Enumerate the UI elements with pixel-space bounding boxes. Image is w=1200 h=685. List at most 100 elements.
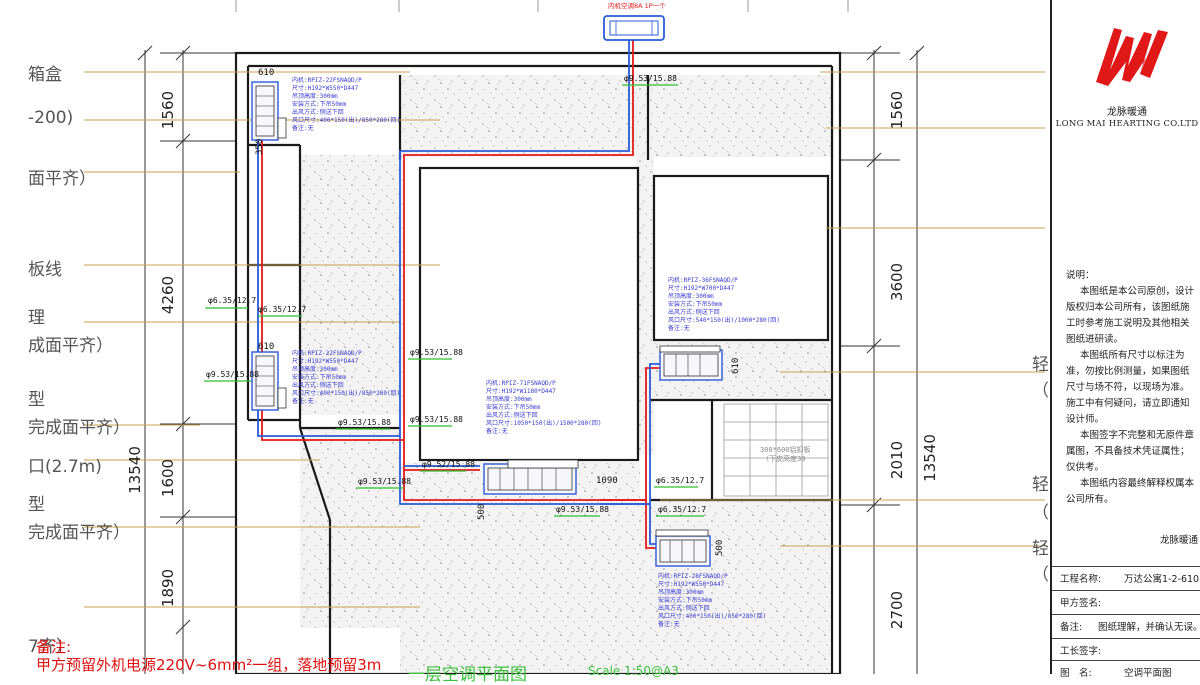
bottom-notes-line-1: 甲方预留外机电源220V~6mm²一组，落地预留3m <box>36 656 382 674</box>
drawing-scale: Scale 1:50@A3 <box>588 664 679 678</box>
dimensions-left: 1560 4260 1600 13540 1890 <box>126 91 177 607</box>
unit-spec-line: 安装方式:下吊50mm <box>292 373 346 381</box>
top-grid-lines <box>235 0 849 12</box>
row-project-name: 工程名称: 万达公寓1-2-610 <box>1052 566 1200 589</box>
dim-500b: 500 <box>715 540 725 556</box>
unit-spec-line: 备注:无 <box>486 427 508 435</box>
unit-spec-line: 吊顶高度:300mm <box>486 395 532 403</box>
unit-spec-line: 尺寸:H192*W550*D447 <box>292 84 359 92</box>
unit-spec-line: 吊顶高度:300mm <box>292 92 338 100</box>
unit-spec-line: 内机:RPIZ-22FSNAQD/P <box>292 349 362 357</box>
floor-plan-drawing: 300*600铝扣板 （下皮高度30 内机空调8A 1P一个 610 350 6… <box>84 0 1045 674</box>
left-legend-item: 完成面平齐） <box>28 523 130 543</box>
unit-spec-line: 吊顶高度:300mm <box>668 292 714 300</box>
row-value: 空调平面图 <box>1124 668 1172 679</box>
unit-spec-line: 内机:RPIZ-28FSNAQD/P <box>658 572 728 580</box>
outdoor-unit-label: 内机空调8A 1P一个 <box>608 1 666 10</box>
unit-spec-line: 出风方式:侧送下回 <box>486 411 538 419</box>
right-legend-item: （ <box>1032 503 1049 523</box>
unit-spec-line: 备注:无 <box>292 124 314 132</box>
right-legend-item: （ <box>1032 565 1049 585</box>
company-name-cn: 龙脉暖通 <box>1107 107 1147 118</box>
unit-spec-line: 出风方式:侧送下回 <box>668 308 720 316</box>
pipe-size-label: φ9.53/15.88 <box>410 415 463 424</box>
unit-spec-line: 风口尺寸:1050*150(出)/1500*280(回) <box>486 419 601 427</box>
left-legend-item: 完成面平齐） <box>28 418 130 438</box>
unit-spec-line: 吊顶高度:300mm <box>292 365 338 373</box>
unit-spec-line: 内机:RPIZ-71FSNAQD/P <box>486 379 556 387</box>
pipe-size-label: φ6.35/12.7 <box>658 505 706 514</box>
ac-unit-spec-1: 内机:RPIZ-22FSNAQD/P尺寸:H192*W550*D447吊顶高度:… <box>292 76 400 132</box>
dimension-label: 13540 <box>126 446 144 494</box>
dimension-label: 3600 <box>888 263 906 301</box>
dimension-label: 1890 <box>159 569 177 607</box>
ac-unit-spec-4: 内机:RPIZ-36FSNAQD/P尺寸:H192*W700*D447吊顶高度:… <box>668 276 780 332</box>
pipe-size-label: φ9.53/15.88 <box>624 74 677 83</box>
indoor-unit-5-drawing <box>655 529 711 567</box>
pipe-size-label: φ9.53/15.88 <box>410 348 463 357</box>
unit-spec-line: 风口尺寸:400*150(出)/850*280(回) <box>292 116 400 124</box>
bottom-notes-heading: 备注: <box>36 638 72 656</box>
left-legend-item: 口(2.7m) <box>28 457 102 477</box>
dim-1090: 1090 <box>596 476 618 486</box>
title-block: 龙脉暖通 LONG MAI HEARTING CO.LTD 说明： 本图纸是本公… <box>1050 0 1200 679</box>
dimension-label: 1600 <box>159 459 177 497</box>
drawing-notes: 说明： 本图纸是本公司原创，设计版权归本公司所有，该图纸施工时参考施工说明及其他… <box>1066 268 1198 508</box>
left-legend-item: -200) <box>28 108 74 128</box>
note-4: 本图纸内容最终解释权属本公司所有。 <box>1066 478 1195 505</box>
row-label: 工长签字: <box>1060 646 1102 657</box>
right-legend-item: 轻 <box>1032 355 1049 375</box>
pipe-size-label: φ6.35/12.7 <box>258 305 306 314</box>
unit-spec-line: 内机:RPIZ-22FSNAQD/P <box>292 76 362 84</box>
row-label: 备注: <box>1060 622 1083 633</box>
row-remark: 备注: 图纸理解，并确认无误。 <box>1052 614 1200 637</box>
left-legend-item: 板线 <box>28 260 62 280</box>
dimension-label: 4260 <box>159 276 177 314</box>
ceiling-note-1: 300*600铝扣板 <box>760 445 811 454</box>
company-logo-icon <box>1096 28 1168 86</box>
outdoor-unit <box>603 15 665 41</box>
row-client-sign: 甲方签名: <box>1052 590 1200 613</box>
unit-spec-line: 内机:RPIZ-36FSNAQD/P <box>668 276 738 284</box>
unit-spec-line: 风口尺寸:400*150(出)/850*280(回) <box>658 612 766 620</box>
pipe-size-label: φ6.35/12.7 <box>208 296 256 305</box>
unit-spec-line: 风口尺寸:400*150(出)/850*280(回) <box>292 389 400 397</box>
unit-spec-line: 尺寸:H192*W550*D447 <box>292 357 359 365</box>
dim-350: 350 <box>255 139 265 155</box>
dimension-label: 13540 <box>921 434 939 482</box>
note-3: 本图签字不完整和无原件章属图，不具备技术凭证属性；仅供考。 <box>1066 430 1195 473</box>
dimension-label: 1560 <box>159 91 177 129</box>
left-legend-item: 理 <box>28 308 45 328</box>
right-legend-item: 轻 <box>1032 475 1049 495</box>
note-1: 本图纸是本公司原创，设计版权归本公司所有，该图纸施工时参考施工说明及其他相关图纸… <box>1066 286 1195 345</box>
unit-spec-line: 备注:无 <box>292 397 314 405</box>
unit-spec-line: 尺寸:H192*W700*D447 <box>668 284 735 292</box>
pipe-size-label: φ9.53/15.88 <box>556 505 609 514</box>
left-legend-item: 箱盒 <box>28 65 62 85</box>
notes-title: 说明： <box>1066 270 1095 281</box>
dimension-label: 1560 <box>888 91 906 129</box>
indoor-unit-1-drawing <box>251 81 287 141</box>
pipe-size-label: φ9.53/15.88 <box>206 370 259 379</box>
dim-610-mid: 610 <box>258 342 274 352</box>
unit-spec-line: 安装方式:下吊50mm <box>668 300 722 308</box>
pipe-size-label: φ9.52/15.88 <box>422 460 475 469</box>
right-legend-item: 轻 <box>1032 539 1049 559</box>
company-name-en: LONG MAI HEARTING CO.LTD <box>1055 119 1199 129</box>
indoor-unit-3-drawing <box>483 459 579 495</box>
unit-spec-line: 尺寸:H192*W550*D447 <box>658 580 725 588</box>
ceiling-note-2: （下皮高度30 <box>762 454 805 463</box>
dimension-label: 2010 <box>888 441 906 479</box>
unit-spec-line: 出风方式:侧送下回 <box>658 604 710 612</box>
floor-hatch <box>300 75 834 674</box>
row-label: 甲方签名: <box>1060 598 1102 609</box>
ac-unit-spec-3: 内机:RPIZ-71FSNAQD/P尺寸:H192*W1180*D447吊顶高度… <box>486 379 601 435</box>
unit-spec-line: 安装方式:下吊50mm <box>658 596 712 604</box>
row-label: 图 名: <box>1060 668 1092 679</box>
pipe-size-label: φ9.53/15.88 <box>338 418 391 427</box>
row-value: 万达公寓1-2-610 <box>1124 574 1200 585</box>
unit-spec-line: 风口尺寸:540*150(出)/1000*280(回) <box>668 316 780 324</box>
row-foreman-sign: 工长签字: <box>1052 638 1200 661</box>
left-legend-item: 成面平齐） <box>28 336 113 356</box>
dim-610-right: 610 <box>731 358 741 374</box>
